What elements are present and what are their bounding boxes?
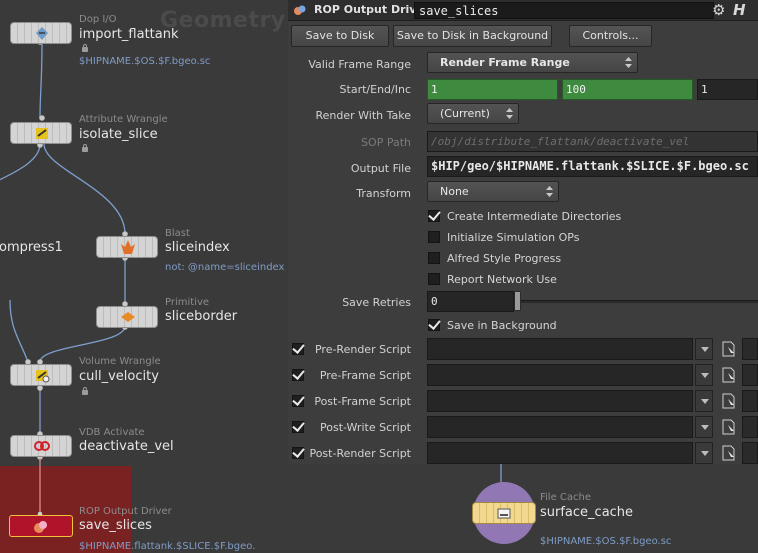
post-write-script-edge xyxy=(742,416,758,438)
render-with-take-label: Render With Take xyxy=(315,109,411,122)
save-retries-slider-track[interactable] xyxy=(520,300,758,303)
post-render-script-label: Post-Render Script xyxy=(309,447,411,460)
node-type-title: ROP Output Driver xyxy=(314,3,430,16)
node-type-label: ROP Output Driver xyxy=(79,506,172,517)
end-frame-field[interactable]: 100 xyxy=(562,79,693,100)
post-render-script-field[interactable] xyxy=(427,442,693,464)
valid-frame-range-label: Valid Frame Range xyxy=(308,58,411,71)
rop-input-wire xyxy=(37,458,43,517)
file-cache-icon xyxy=(497,508,511,519)
node-body xyxy=(472,502,536,524)
output-file-label: Output File xyxy=(350,162,411,175)
save-to-disk-background-button[interactable]: Save to Disk in Background xyxy=(393,25,552,47)
save-retries-field[interactable]: 0 xyxy=(427,291,514,312)
menu-arrows-icon xyxy=(546,186,553,197)
alfred-progress-label: Alfred Style Progress xyxy=(447,252,562,265)
pre-frame-script-language-menu[interactable] xyxy=(695,364,713,386)
pre-render-script-edge xyxy=(742,338,758,360)
output-file-field[interactable]: $HIP/geo/$HIPNAME.flattank.$SLICE.$F.bge… xyxy=(427,156,758,177)
network-editor-lower[interactable]: File Cache surface_cache $HIPNAME.$OS.$F… xyxy=(288,464,758,553)
start-frame-field[interactable]: 1 xyxy=(427,79,558,100)
menu-arrows-icon xyxy=(506,108,513,119)
parameter-titlebar: ROP Output Driver save_slices ⚙ H xyxy=(288,0,758,21)
post-write-script-label: Post-Write Script xyxy=(320,421,411,434)
report-network-use-checkbox[interactable] xyxy=(428,273,440,285)
save-in-background-checkbox[interactable] xyxy=(428,319,440,331)
node-output-path: $HIPNAME.$OS.$F.bgeo.sc xyxy=(540,536,672,547)
create-dirs-label: Create Intermediate Directories xyxy=(447,210,622,223)
valid-frame-range-menu[interactable]: Render Frame Range xyxy=(427,52,638,73)
increment-field[interactable]: 1 xyxy=(697,79,758,100)
save-retries-label: Save Retries xyxy=(342,296,411,309)
alfred-progress-checkbox[interactable] xyxy=(428,252,440,264)
node-save-slices[interactable] xyxy=(9,515,73,537)
node-name-label: surface_cache xyxy=(540,505,634,520)
save-in-background-label: Save in Background xyxy=(447,319,557,332)
pre-frame-script-edge xyxy=(742,364,758,386)
render-with-take-menu[interactable]: (Current) xyxy=(427,103,519,124)
post-render-script-language-menu[interactable] xyxy=(695,442,713,464)
init-sim-ops-label: Initialize Simulation OPs xyxy=(447,231,580,244)
post-frame-script-edge xyxy=(742,390,758,412)
controls-button[interactable]: Controls... xyxy=(569,25,652,47)
node-name-field[interactable]: save_slices xyxy=(414,2,714,19)
post-frame-script-language-menu[interactable] xyxy=(695,390,713,412)
create-dirs-checkbox[interactable] xyxy=(428,210,440,222)
node-output-path: $HIPNAME.flattank.$SLICE.$F.bgeo. xyxy=(79,541,256,552)
rop-output-icon xyxy=(294,5,306,15)
file-chooser-icon[interactable] xyxy=(722,445,736,461)
start-end-inc-label: Start/End/Inc xyxy=(339,83,411,96)
pre-render-script-language-menu[interactable] xyxy=(695,338,713,360)
report-network-use-label: Report Network Use xyxy=(447,273,557,286)
file-chooser-icon[interactable] xyxy=(722,393,736,409)
valid-frame-range-value: Render Frame Range xyxy=(440,56,570,69)
file-chooser-icon[interactable] xyxy=(722,341,736,357)
transform-label: Transform xyxy=(356,187,411,200)
rop-output-icon xyxy=(34,521,47,533)
save-to-disk-button[interactable]: Save to Disk xyxy=(291,25,389,47)
pre-render-script-field[interactable] xyxy=(427,338,693,360)
sop-path-label: SOP Path xyxy=(361,136,411,149)
pre-frame-script-field[interactable] xyxy=(427,364,693,386)
sop-path-field[interactable]: /obj/distribute_flattank/deactivate_vel xyxy=(427,131,758,152)
post-render-script-edge xyxy=(742,442,758,464)
pre-frame-script-label: Pre-Frame Script xyxy=(319,369,411,382)
pre-render-script-label: Pre-Render Script xyxy=(314,343,411,356)
menu-arrows-icon xyxy=(625,57,632,68)
node-name-label: save_slices xyxy=(79,518,152,533)
houdini-help-icon[interactable]: H xyxy=(733,1,751,19)
network-editor[interactable]: Geometry Dop I/O import_flattank $HIPNAM… xyxy=(0,0,288,553)
node-type-label: File Cache xyxy=(540,492,592,503)
post-write-script-field[interactable] xyxy=(427,416,693,438)
save-retries-slider-handle[interactable] xyxy=(514,291,521,311)
file-chooser-icon[interactable] xyxy=(722,367,736,383)
file-chooser-icon[interactable] xyxy=(722,419,736,435)
post-frame-script-field[interactable] xyxy=(427,390,693,412)
render-with-take-value: (Current) xyxy=(440,107,490,120)
node-surface-cache[interactable] xyxy=(472,482,536,544)
transform-value: None xyxy=(440,185,469,198)
post-frame-script-label: Post-Frame Script xyxy=(314,395,411,408)
post-write-script-language-menu[interactable] xyxy=(695,416,713,438)
init-sim-ops-checkbox[interactable] xyxy=(428,231,440,243)
transform-menu[interactable]: None xyxy=(427,181,559,202)
parameter-pane: ROP Output Driver save_slices ⚙ H Save t… xyxy=(288,0,758,464)
gear-icon[interactable]: ⚙ xyxy=(712,1,725,19)
